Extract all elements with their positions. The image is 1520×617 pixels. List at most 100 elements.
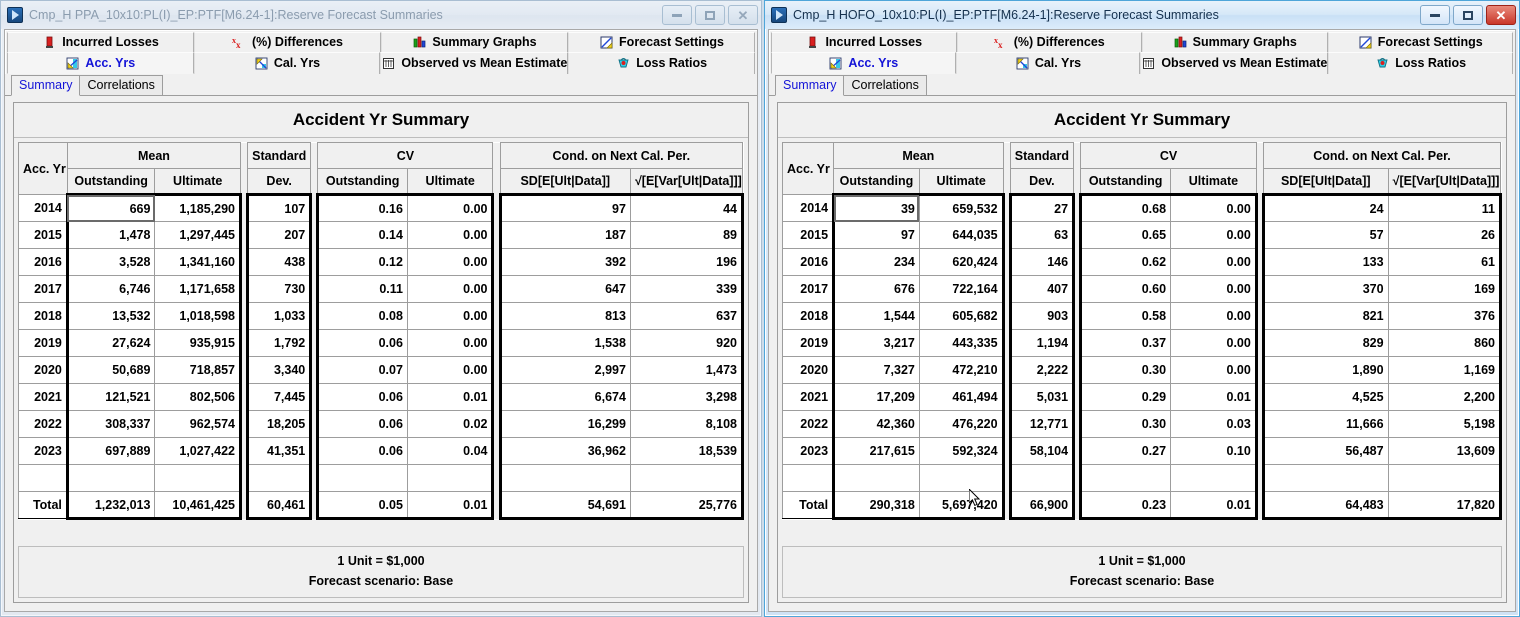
cell-acc-yr[interactable]: 2021: [18, 383, 68, 411]
cell-mean-outstanding[interactable]: 27,624: [65, 329, 156, 357]
cell-mean-ultimate[interactable]: 659,532: [918, 193, 1005, 222]
tab-acc-yrs[interactable]: Acc. Yrs: [771, 52, 956, 74]
cell-mean-ultimate[interactable]: 722,164: [918, 275, 1005, 303]
cell-mean-outstanding[interactable]: [832, 464, 920, 492]
cell-cv-outstanding[interactable]: 0.30: [1079, 410, 1172, 438]
cell-cond-sd[interactable]: 4,525: [1261, 383, 1389, 411]
cell-mean-ultimate[interactable]: 1,297,445: [154, 221, 242, 249]
cell-cv-outstanding[interactable]: 0.37: [1079, 329, 1172, 357]
cell-mean-ultimate[interactable]: 476,220: [918, 410, 1005, 438]
cell-acc-yr[interactable]: 2018: [18, 302, 68, 330]
cell-cond-sd[interactable]: 36,962: [498, 437, 631, 465]
cell-mean-ultimate[interactable]: 461,494: [918, 383, 1005, 411]
cell-acc-yr[interactable]: 2017: [18, 275, 68, 303]
cell-cond-sd[interactable]: 821: [1261, 302, 1389, 330]
cell-cv-outstanding[interactable]: 0.68: [1079, 193, 1172, 222]
cell-cond-sd[interactable]: 56,487: [1261, 437, 1389, 465]
table-row[interactable]: 2018 13,532 1,018,598 1,033 0.08 0.00 813 637: [18, 302, 745, 330]
tab-summary-graphs[interactable]: Summary Graphs: [1142, 32, 1328, 52]
cell-acc-yr[interactable]: 2015: [781, 221, 835, 249]
cell-cv-outstanding[interactable]: 0.06: [316, 329, 408, 357]
tab-acc-yrs[interactable]: Acc. Yrs: [7, 52, 194, 74]
tab-percent-differences[interactable]: xx (%) Differences: [956, 32, 1142, 52]
cell-acc-yr[interactable]: Total: [781, 491, 835, 519]
cell-cond-var[interactable]: [1387, 464, 1503, 492]
cell-acc-yr[interactable]: 2021: [781, 383, 835, 411]
cell-cv-outstanding[interactable]: 0.60: [1079, 275, 1172, 303]
cell-mean-ultimate[interactable]: 802,506: [154, 383, 242, 411]
cell-mean-outstanding[interactable]: 669: [65, 193, 156, 222]
cell-cond-var[interactable]: 26: [1387, 221, 1503, 249]
cell-cv-ultimate[interactable]: 0.00: [406, 302, 495, 330]
cell-mean-outstanding[interactable]: 234: [832, 248, 920, 276]
cell-cond-var[interactable]: 17,820: [1387, 491, 1503, 520]
cell-cond-var[interactable]: [629, 464, 745, 492]
cell-standard-dev[interactable]: 66,900: [1008, 491, 1076, 520]
cell-cond-var[interactable]: 2,200: [1387, 383, 1503, 411]
cell-mean-ultimate[interactable]: [154, 464, 242, 492]
tab-loss-ratios[interactable]: Loss Ratios: [1328, 52, 1514, 74]
cell-cv-outstanding[interactable]: 0.12: [316, 248, 408, 276]
cell-cv-outstanding[interactable]: 0.58: [1079, 302, 1172, 330]
cell-cond-var[interactable]: 860: [1387, 329, 1503, 357]
cell-cond-sd[interactable]: 6,674: [498, 383, 631, 411]
table-row[interactable]: 2014 669 1,185,290 107 0.16 0.00 97 44: [18, 193, 745, 222]
cell-cond-sd[interactable]: 1,890: [1261, 356, 1389, 384]
close-button[interactable]: ✕: [1486, 5, 1516, 25]
cell-cond-sd[interactable]: [498, 464, 631, 492]
cell-cond-sd[interactable]: 647: [498, 275, 631, 303]
cell-cond-var[interactable]: 920: [629, 329, 745, 357]
cell-cond-var[interactable]: 376: [1387, 302, 1503, 330]
cell-mean-outstanding[interactable]: 1,478: [65, 221, 156, 249]
cell-acc-yr[interactable]: 2016: [18, 248, 68, 276]
cell-cond-var[interactable]: 89: [629, 221, 745, 249]
table-row[interactable]: 2016 3,528 1,341,160 438 0.12 0.00 392 196: [18, 248, 745, 276]
cell-cond-sd[interactable]: 97: [498, 193, 631, 222]
cell-acc-yr[interactable]: 2022: [18, 410, 68, 438]
tab-incurred-losses[interactable]: Incurred Losses: [771, 32, 957, 52]
cell-cv-ultimate[interactable]: 0.00: [1170, 248, 1258, 276]
cell-cv-ultimate[interactable]: 0.00: [406, 248, 495, 276]
cell-cond-sd[interactable]: 133: [1261, 248, 1389, 276]
cell-acc-yr[interactable]: [18, 464, 68, 492]
cell-cond-sd[interactable]: 2,997: [498, 356, 631, 384]
cell-standard-dev[interactable]: 7,445: [246, 383, 313, 411]
table-row[interactable]: 2015 97 644,035 63 0.65 0.00 57 26: [781, 221, 1503, 249]
cell-cv-outstanding[interactable]: 0.62: [1079, 248, 1172, 276]
table-row[interactable]: 2023 217,615 592,324 58,104 0.27 0.10 56,487 13…: [781, 437, 1503, 465]
cell-mean-ultimate[interactable]: 1,341,160: [154, 248, 242, 276]
cell-cond-sd[interactable]: 54,691: [498, 491, 631, 520]
cell-cond-var[interactable]: 18,539: [629, 437, 745, 465]
cell-standard-dev[interactable]: 18,205: [246, 410, 313, 438]
cell-mean-ultimate[interactable]: [918, 464, 1005, 492]
accident-yr-summary-table[interactable]: Acc. Yr Mean Standard CV Cond. on Next C…: [18, 142, 745, 520]
cell-cond-sd[interactable]: 1,538: [498, 329, 631, 357]
cell-mean-outstanding[interactable]: 39: [832, 193, 920, 222]
cell-standard-dev[interactable]: 41,351: [246, 437, 313, 465]
cell-cond-var[interactable]: 44: [629, 193, 745, 222]
cell-standard-dev[interactable]: 5,031: [1008, 383, 1076, 411]
titlebar-left[interactable]: Cmp_H PPA_10x10:PL(I)_EP:PTF[M6.24-1]:Re…: [1, 1, 761, 29]
cell-standard-dev[interactable]: 146: [1008, 248, 1076, 276]
cell-cond-var[interactable]: 5,198: [1387, 410, 1503, 438]
cell-mean-outstanding[interactable]: 1,544: [832, 302, 920, 330]
cell-acc-yr[interactable]: 2023: [781, 437, 835, 465]
cell-mean-outstanding[interactable]: 50,689: [65, 356, 156, 384]
cell-mean-outstanding[interactable]: 6,746: [65, 275, 156, 303]
minimize-button[interactable]: [662, 5, 692, 25]
cell-mean-outstanding[interactable]: 217,615: [832, 437, 920, 465]
cell-mean-ultimate[interactable]: 1,018,598: [154, 302, 242, 330]
subtab-summary[interactable]: Summary: [775, 74, 845, 96]
cell-cv-ultimate[interactable]: 0.01: [1170, 383, 1258, 411]
cell-acc-yr[interactable]: 2018: [781, 302, 835, 330]
cell-cv-outstanding[interactable]: 0.29: [1079, 383, 1172, 411]
cell-standard-dev[interactable]: 107: [246, 193, 313, 222]
tab-observed-vs-mean-estimate[interactable]: Observed vs Mean Estimate: [380, 52, 569, 74]
table-row-total[interactable]: Total 290,318 5,697,420 66,900 0.23 0.01 64,48…: [781, 491, 1503, 520]
cell-acc-yr[interactable]: 2020: [18, 356, 68, 384]
cell-cv-outstanding[interactable]: 0.11: [316, 275, 408, 303]
table-row[interactable]: 2023 697,889 1,027,422 41,351 0.06 0.04 36,962…: [18, 437, 745, 465]
cell-mean-outstanding[interactable]: [65, 464, 156, 492]
cell-cv-ultimate[interactable]: 0.02: [406, 410, 495, 438]
cell-acc-yr[interactable]: 2020: [781, 356, 835, 384]
